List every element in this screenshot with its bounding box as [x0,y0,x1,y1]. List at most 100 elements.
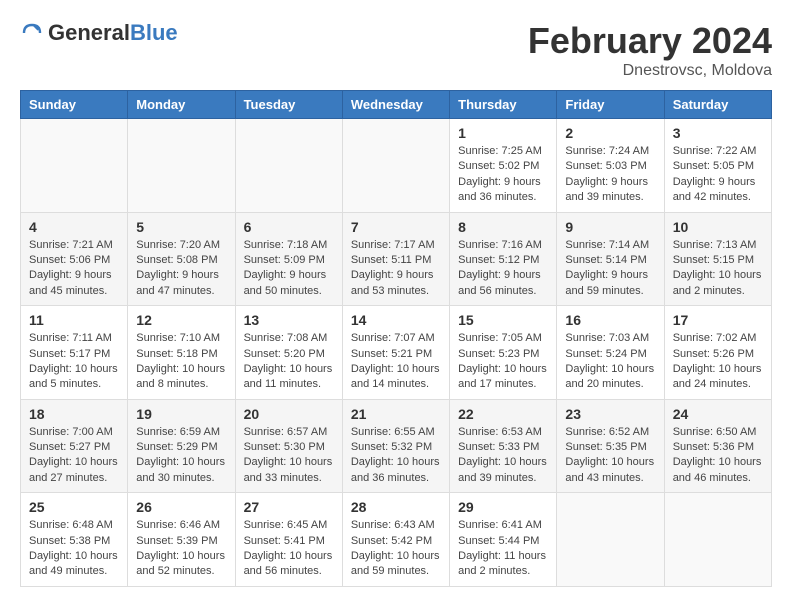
calendar-cell: 22 Sunrise: 6:53 AMSunset: 5:33 PMDayligh… [450,399,557,493]
calendar-cell: 24Sunrise: 6:50 AMSunset: 5:36 PMDayligh… [664,399,771,493]
calendar-cell: 14 Sunrise: 7:07 AMSunset: 5:21 PMDayligh… [342,306,449,400]
day-number: 15 [458,312,548,328]
logo-blue: Blue [130,20,178,45]
day-number: 18 [29,406,119,422]
day-info: Sunrise: 7:21 AMSunset: 5:06 PMDaylight:… [29,238,119,300]
subtitle: Dnestrovsc, Moldova [528,62,772,80]
calendar-cell: 7 Sunrise: 7:17 AMSunset: 5:11 PMDaylight… [342,212,449,306]
calendar-cell [128,119,235,213]
day-info: Sunrise: 7:16 AMSunset: 5:12 PMDaylight:… [458,238,548,300]
day-number: 19 [136,406,226,422]
day-info: Sunrise: 7:11 AMSunset: 5:17 PMDaylight:… [29,331,119,393]
day-info: Sunrise: 6:43 AMSunset: 5:42 PMDaylight:… [351,518,441,580]
day-info: Sunrise: 6:53 AMSunset: 5:33 PMDaylight:… [458,425,548,487]
calendar-cell: 17 Sunrise: 7:02 AMSunset: 5:26 PMDayligh… [664,306,771,400]
day-number: 1 [458,125,548,141]
day-of-week-header: Tuesday [235,91,342,119]
day-number: 24 [673,406,763,422]
calendar-week-row: 1 Sunrise: 7:25 AMSunset: 5:02 PMDaylight… [21,119,772,213]
day-number: 6 [244,219,334,235]
calendar-cell: 26 Sunrise: 6:46 AMSunset: 5:39 PMDayligh… [128,493,235,587]
day-info: Sunrise: 7:18 AMSunset: 5:09 PMDaylight:… [244,238,334,300]
day-of-week-header: Sunday [21,91,128,119]
day-info: Sunrise: 7:03 AMSunset: 5:24 PMDaylight:… [565,331,655,393]
calendar-cell [235,119,342,213]
day-info: Sunrise: 7:22 AMSunset: 5:05 PMDaylight:… [673,144,763,206]
day-of-week-header: Friday [557,91,664,119]
calendar-cell: 20 Sunrise: 6:57 AMSunset: 5:30 PMDayligh… [235,399,342,493]
calendar-cell: 23 Sunrise: 6:52 AMSunset: 5:35 PMDayligh… [557,399,664,493]
calendar-table: SundayMondayTuesdayWednesdayThursdayFrid… [20,90,772,587]
calendar-cell: 11 Sunrise: 7:11 AMSunset: 5:17 PMDayligh… [21,306,128,400]
calendar-cell: 15Sunrise: 7:05 AMSunset: 5:23 PMDayligh… [450,306,557,400]
day-number: 17 [673,312,763,328]
day-number: 27 [244,499,334,515]
day-of-week-header: Wednesday [342,91,449,119]
day-number: 9 [565,219,655,235]
calendar-week-row: 11 Sunrise: 7:11 AMSunset: 5:17 PMDayligh… [21,306,772,400]
day-number: 13 [244,312,334,328]
main-title: February 2024 [528,20,772,62]
day-number: 10 [673,219,763,235]
calendar-week-row: 25Sunrise: 6:48 AMSunset: 5:38 PMDayligh… [21,493,772,587]
day-number: 22 [458,406,548,422]
calendar-cell: 25Sunrise: 6:48 AMSunset: 5:38 PMDayligh… [21,493,128,587]
day-info: Sunrise: 7:24 AMSunset: 5:03 PMDaylight:… [565,144,655,206]
day-number: 3 [673,125,763,141]
calendar-cell: 1 Sunrise: 7:25 AMSunset: 5:02 PMDaylight… [450,119,557,213]
calendar-cell: 6 Sunrise: 7:18 AMSunset: 5:09 PMDaylight… [235,212,342,306]
calendar-cell: 4 Sunrise: 7:21 AMSunset: 5:06 PMDaylight… [21,212,128,306]
day-number: 20 [244,406,334,422]
day-number: 21 [351,406,441,422]
calendar-cell: 9 Sunrise: 7:14 AMSunset: 5:14 PMDaylight… [557,212,664,306]
day-info: Sunrise: 6:45 AMSunset: 5:41 PMDaylight:… [244,518,334,580]
day-number: 7 [351,219,441,235]
day-number: 2 [565,125,655,141]
day-number: 12 [136,312,226,328]
calendar-cell: 18 Sunrise: 7:00 AMSunset: 5:27 PMDayligh… [21,399,128,493]
day-number: 26 [136,499,226,515]
logo-icon [20,21,44,45]
day-number: 16 [565,312,655,328]
calendar-cell: 5Sunrise: 7:20 AMSunset: 5:08 PMDaylight… [128,212,235,306]
calendar-cell: 3 Sunrise: 7:22 AMSunset: 5:05 PMDaylight… [664,119,771,213]
day-number: 23 [565,406,655,422]
calendar-cell [664,493,771,587]
day-of-week-header: Monday [128,91,235,119]
day-number: 8 [458,219,548,235]
calendar-cell: 19Sunrise: 6:59 AMSunset: 5:29 PMDayligh… [128,399,235,493]
calendar-header: SundayMondayTuesdayWednesdayThursdayFrid… [21,91,772,119]
day-info: Sunrise: 6:57 AMSunset: 5:30 PMDaylight:… [244,425,334,487]
calendar-cell: 10 Sunrise: 7:13 AMSunset: 5:15 PMDayligh… [664,212,771,306]
day-number: 25 [29,499,119,515]
day-number: 14 [351,312,441,328]
calendar-body: 1 Sunrise: 7:25 AMSunset: 5:02 PMDaylight… [21,119,772,587]
day-info: Sunrise: 7:14 AMSunset: 5:14 PMDaylight:… [565,238,655,300]
day-info: Sunrise: 6:46 AMSunset: 5:39 PMDaylight:… [136,518,226,580]
day-info: Sunrise: 7:07 AMSunset: 5:21 PMDaylight:… [351,331,441,393]
days-of-week-row: SundayMondayTuesdayWednesdayThursdayFrid… [21,91,772,119]
calendar-cell [21,119,128,213]
day-info: Sunrise: 7:02 AMSunset: 5:26 PMDaylight:… [673,331,763,393]
calendar-cell [557,493,664,587]
calendar-week-row: 4 Sunrise: 7:21 AMSunset: 5:06 PMDaylight… [21,212,772,306]
day-info: Sunrise: 7:00 AMSunset: 5:27 PMDaylight:… [29,425,119,487]
day-info: Sunrise: 6:52 AMSunset: 5:35 PMDaylight:… [565,425,655,487]
day-number: 29 [458,499,548,515]
day-info: Sunrise: 7:25 AMSunset: 5:02 PMDaylight:… [458,144,548,206]
day-info: Sunrise: 7:13 AMSunset: 5:15 PMDaylight:… [673,238,763,300]
calendar-cell: 12Sunrise: 7:10 AMSunset: 5:18 PMDayligh… [128,306,235,400]
day-number: 4 [29,219,119,235]
day-info: Sunrise: 7:17 AMSunset: 5:11 PMDaylight:… [351,238,441,300]
day-of-week-header: Saturday [664,91,771,119]
day-info: Sunrise: 6:41 AMSunset: 5:44 PMDaylight:… [458,518,548,580]
logo-general: General [48,20,130,45]
day-number: 11 [29,312,119,328]
calendar-cell: 29 Sunrise: 6:41 AMSunset: 5:44 PMDayligh… [450,493,557,587]
calendar-cell: 16 Sunrise: 7:03 AMSunset: 5:24 PMDayligh… [557,306,664,400]
day-number: 5 [136,219,226,235]
calendar-week-row: 18 Sunrise: 7:00 AMSunset: 5:27 PMDayligh… [21,399,772,493]
page-header: GeneralBlue February 2024 Dnestrovsc, Mo… [20,20,772,80]
calendar-cell: 13Sunrise: 7:08 AMSunset: 5:20 PMDayligh… [235,306,342,400]
day-number: 28 [351,499,441,515]
